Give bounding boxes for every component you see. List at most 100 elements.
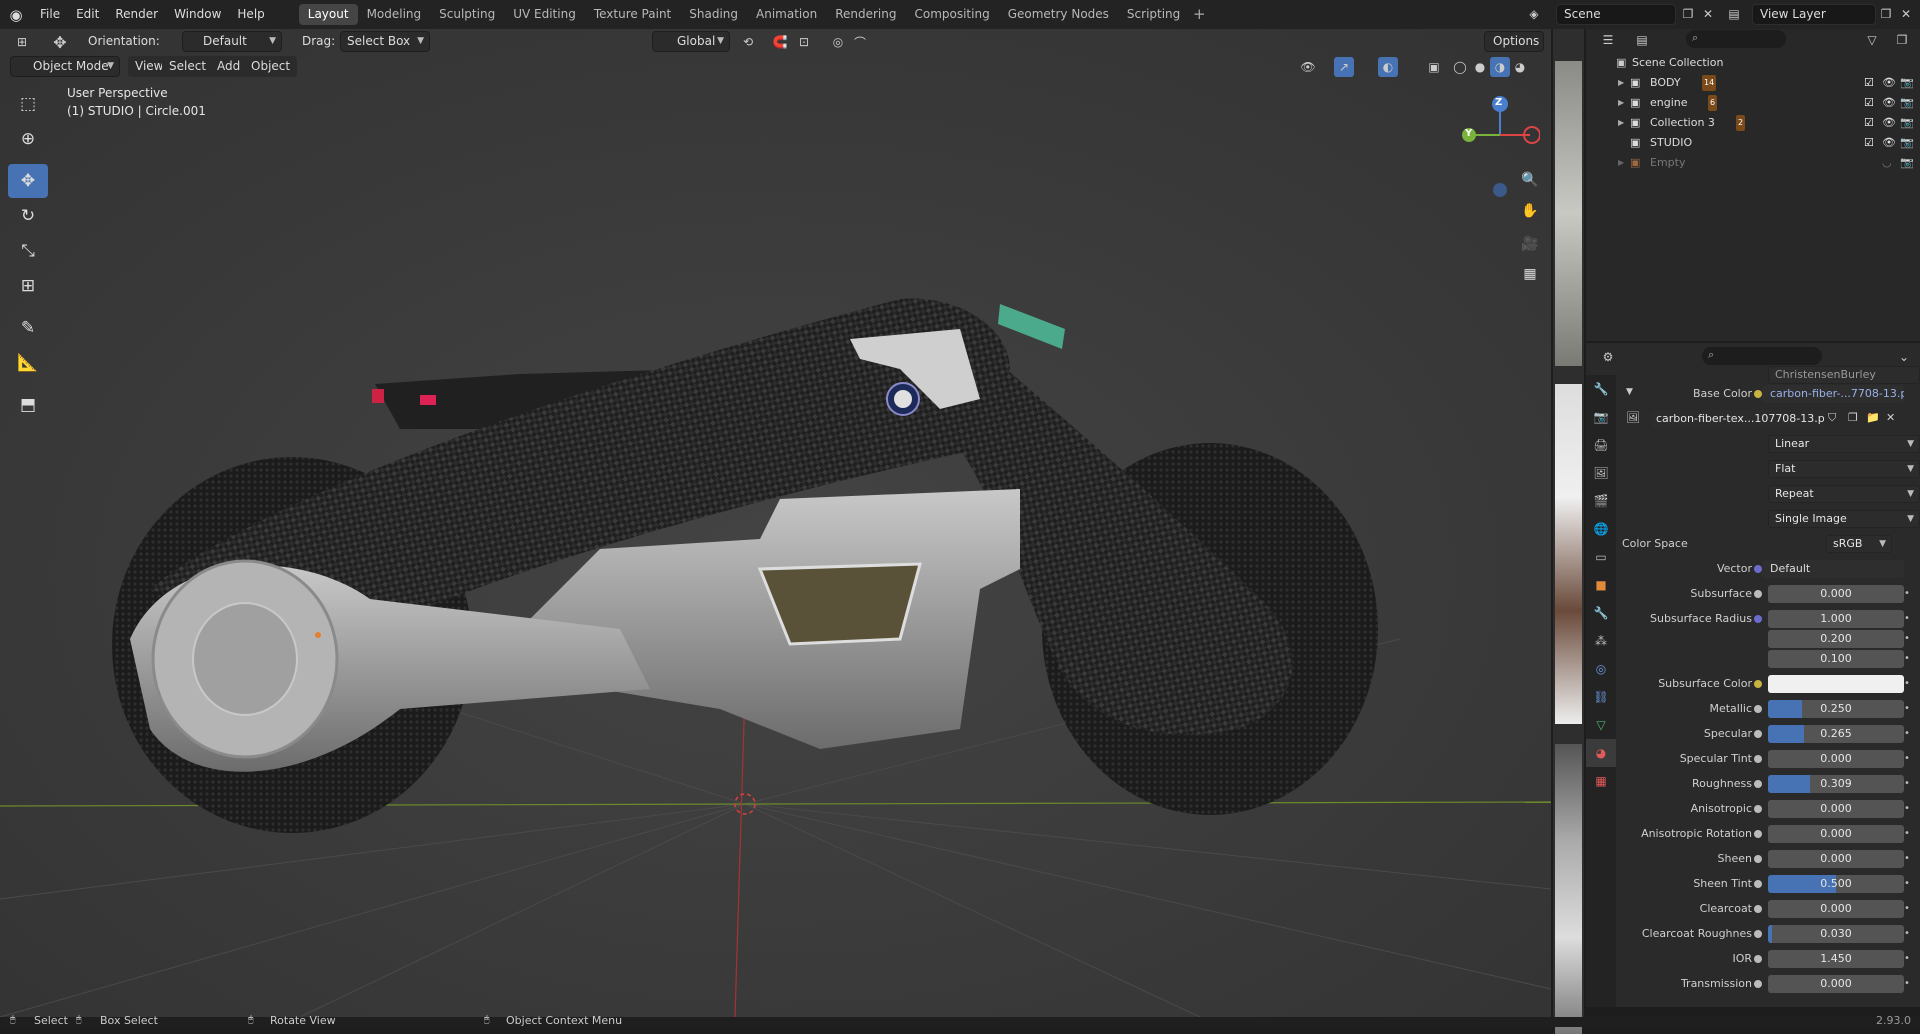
annotate-tool-icon[interactable]: ✎ (8, 311, 48, 345)
image-browse-icon[interactable]: 🖼 (1626, 411, 1640, 424)
solid-shading-icon[interactable]: ● (1470, 57, 1490, 77)
outliner-editor-icon[interactable]: ☰ (1598, 30, 1618, 50)
texture-tab-icon[interactable]: ▦ (1586, 767, 1616, 795)
unlink-icon[interactable]: ✕ (1886, 411, 1895, 424)
new-collection-icon[interactable]: ❐ (1892, 30, 1912, 50)
eye-icon[interactable]: 👁 (1882, 133, 1896, 153)
duplicate-icon[interactable]: ❐ (1848, 411, 1858, 424)
keyframe-dot-icon[interactable]: • (1904, 924, 1916, 944)
menu-help[interactable]: Help (229, 4, 272, 25)
prop-row-interpolation[interactable]: Linear ▼ (1616, 434, 1920, 454)
open-folder-icon[interactable]: 📁 (1866, 411, 1880, 424)
expand-arrow-icon[interactable]: ▶ (1618, 93, 1624, 113)
outliner-row-engine[interactable]: ▶ ▣ engine 6 ☑ 👁 📷 (1586, 93, 1920, 113)
delete-scene-icon[interactable]: ✕ (1698, 4, 1718, 24)
object-tab-icon[interactable]: ■ (1586, 571, 1616, 599)
material-input-row[interactable]: Anisotropic 0.000 • (1616, 799, 1920, 819)
orientation-dropdown[interactable]: Default ▼ (182, 31, 282, 52)
add-workspace-icon[interactable]: + (1189, 5, 1209, 25)
keyframe-dot-icon[interactable]: • (1904, 724, 1916, 744)
material-input-row[interactable]: Specular Tint 0.000 • (1616, 749, 1920, 769)
material-shading-icon[interactable]: ◑ (1490, 57, 1510, 77)
color-space-dropdown[interactable]: sRGB ▼ (1826, 535, 1892, 553)
menu-select[interactable]: Select (162, 56, 214, 77)
move-tool-icon[interactable]: ✥ (50, 32, 70, 52)
pivot-icon[interactable]: ⟲ (738, 32, 758, 52)
checkbox-icon[interactable]: ☑ (1864, 73, 1874, 93)
material-input-slider[interactable]: 1.000 (1768, 610, 1904, 628)
keyframe-dot-icon[interactable]: • (1904, 649, 1916, 669)
keyframe-dot-icon[interactable]: • (1904, 584, 1916, 604)
collapse-arrow-icon[interactable]: ▼ (1626, 387, 1633, 397)
pan-hand-icon[interactable]: ✋ (1516, 197, 1544, 225)
outliner-row-empty[interactable]: ▶ ▣ Empty ◡ 📷 (1586, 153, 1920, 173)
keyframe-dot-icon[interactable]: • (1904, 949, 1916, 969)
partial-dropdown[interactable]: ChristensenBurley (1768, 366, 1920, 384)
filter-icon[interactable]: ▽ (1862, 30, 1882, 50)
select-box-tool-icon[interactable]: ⬚ (8, 87, 48, 121)
prop-row-source[interactable]: Single Image ▼ (1616, 509, 1920, 529)
output-tab-icon[interactable]: 🖨 (1586, 431, 1616, 459)
collection-tab-icon[interactable]: ▭ (1586, 543, 1616, 571)
constraints-tab-icon[interactable]: ⛓ (1586, 683, 1616, 711)
visibility-icon[interactable]: 👁 (1298, 57, 1318, 77)
transform-orientation-dropdown[interactable]: Global ▼ (652, 31, 730, 52)
keyframe-dot-icon[interactable]: • (1904, 674, 1916, 694)
delete-view-layer-icon[interactable]: ✕ (1896, 4, 1916, 24)
scene-selector-icon[interactable]: ◈ (1524, 4, 1544, 24)
material-input-row[interactable]: 0.200 • (1616, 629, 1920, 649)
keyframe-dot-icon[interactable]: • (1904, 974, 1916, 994)
checkbox-icon[interactable]: ☑ (1864, 133, 1874, 153)
material-input-slider[interactable]: 0.000 (1768, 975, 1904, 993)
tab-shading[interactable]: Shading (680, 4, 747, 25)
material-input-row[interactable]: Subsurface Color • (1616, 674, 1920, 694)
material-input-slider[interactable]: 0.000 (1768, 850, 1904, 868)
expand-arrow-icon[interactable]: ▶ (1618, 113, 1624, 133)
prop-row-extension[interactable]: Repeat ▼ (1616, 484, 1920, 504)
base-color-link[interactable]: carbon-fiber-...7708-13.pn (1762, 385, 1904, 403)
camera-view-icon[interactable]: 🎥 (1516, 230, 1544, 258)
prop-row-vector[interactable]: Vector Default (1616, 559, 1920, 579)
view-layer-icon[interactable]: ▤ (1724, 4, 1744, 24)
material-input-row[interactable]: 0.100 • (1616, 649, 1920, 669)
tab-compositing[interactable]: Compositing (905, 4, 998, 25)
3d-viewport[interactable]: ⊞ ✥ Orientation: Default ▼ Drag: Select B… (0, 29, 1551, 1017)
overlay-toggle-icon[interactable]: ◐ (1378, 57, 1398, 77)
scale-tool-icon[interactable]: ⤡ (8, 234, 48, 268)
menu-window[interactable]: Window (166, 4, 229, 25)
world-tab-icon[interactable]: 🌐 (1586, 515, 1616, 543)
material-input-row[interactable]: Specular 0.265 • (1616, 724, 1920, 744)
new-view-layer-icon[interactable]: ❐ (1876, 4, 1896, 24)
menu-object[interactable]: Object (244, 56, 298, 77)
data-tab-icon[interactable]: ▽ (1586, 711, 1616, 739)
mode-dropdown[interactable]: Object Mode ▼ (10, 56, 120, 77)
camera-icon[interactable]: 📷 (1900, 93, 1914, 113)
material-input-slider[interactable]: 1.450 (1768, 950, 1904, 968)
particles-tab-icon[interactable]: ⁂ (1586, 627, 1616, 655)
eye-closed-icon[interactable]: ◡ (1882, 153, 1892, 173)
material-input-slider[interactable]: 0.200 (1768, 630, 1904, 648)
eye-icon[interactable]: 👁 (1882, 113, 1896, 133)
prop-row-base-color[interactable]: ▼ Base Color carbon-fiber-...7708-13.pn (1616, 384, 1920, 404)
extension-dropdown[interactable]: Repeat ▼ (1768, 485, 1920, 503)
material-input-row[interactable]: Subsurface 0.000 • (1616, 584, 1920, 604)
material-tab-icon[interactable]: ◕ (1586, 739, 1616, 767)
material-input-row[interactable]: Subsurface Radius 1.000 • (1616, 609, 1920, 629)
move-tool-button[interactable]: ✥ (8, 164, 48, 198)
tab-sculpting[interactable]: Sculpting (430, 4, 504, 25)
menu-render[interactable]: Render (107, 4, 166, 25)
add-cube-tool-icon[interactable]: ⬒ (8, 388, 48, 422)
menu-add[interactable]: Add (210, 56, 248, 77)
tab-scripting[interactable]: Scripting (1118, 4, 1189, 25)
camera-icon[interactable]: 📷 (1900, 133, 1914, 153)
tab-animation[interactable]: Animation (747, 4, 826, 25)
new-scene-icon[interactable]: ❐ (1678, 4, 1698, 24)
keyframe-dot-icon[interactable]: • (1904, 799, 1916, 819)
material-input-row[interactable]: Sheen 0.000 • (1616, 849, 1920, 869)
snap-icon[interactable]: 🧲 (770, 32, 790, 52)
keyframe-dot-icon[interactable]: • (1904, 874, 1916, 894)
keyframe-dot-icon[interactable]: • (1904, 699, 1916, 719)
prop-row-image[interactable]: 🖼 carbon-fiber-tex...107708-13.png ⛉ ❐ 📁… (1616, 409, 1920, 429)
view-layer-tab-icon[interactable]: 🖼 (1586, 459, 1616, 487)
properties-search-input[interactable]: ⌕ (1702, 347, 1822, 365)
